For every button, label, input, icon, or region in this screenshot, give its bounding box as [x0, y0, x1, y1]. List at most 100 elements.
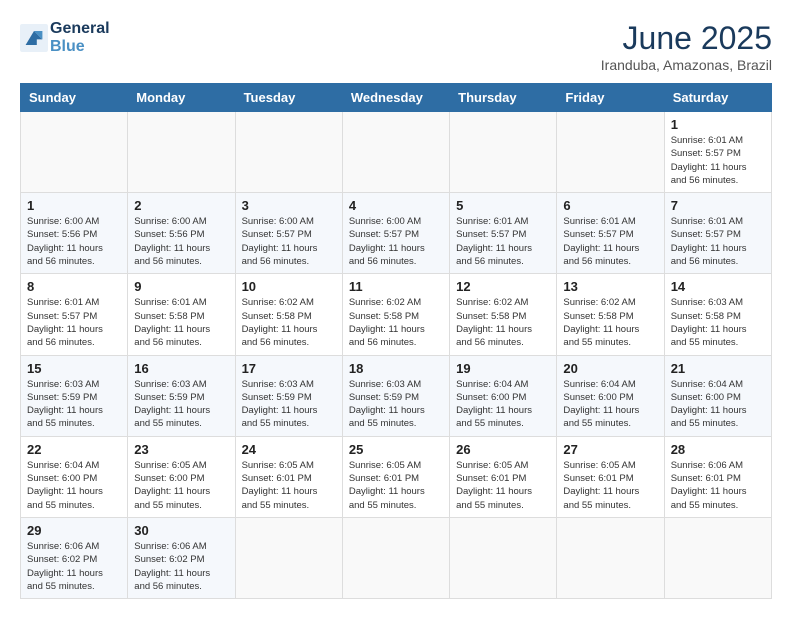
- calendar-cell: 2Sunrise: 6:00 AMSunset: 5:56 PMDaylight…: [128, 193, 235, 274]
- day-number: 17: [242, 361, 336, 376]
- day-number: 13: [563, 279, 657, 294]
- day-info: Sunrise: 6:03 AMSunset: 5:59 PMDaylight:…: [242, 378, 336, 431]
- location: Iranduba, Amazonas, Brazil: [601, 57, 772, 73]
- calendar-cell: 23Sunrise: 6:05 AMSunset: 6:00 PMDayligh…: [128, 436, 235, 517]
- calendar-week-row: 1Sunrise: 6:01 AMSunset: 5:57 PMDaylight…: [21, 112, 772, 193]
- day-number: 22: [27, 442, 121, 457]
- calendar-cell: [342, 112, 449, 193]
- calendar-cell: [235, 112, 342, 193]
- day-number: 12: [456, 279, 550, 294]
- day-info: Sunrise: 6:04 AMSunset: 6:00 PMDaylight:…: [456, 378, 550, 431]
- day-number: 1: [671, 117, 765, 132]
- day-number: 21: [671, 361, 765, 376]
- calendar-cell: 7Sunrise: 6:01 AMSunset: 5:57 PMDaylight…: [664, 193, 771, 274]
- calendar-week-row: 8Sunrise: 6:01 AMSunset: 5:57 PMDaylight…: [21, 274, 772, 355]
- day-number: 27: [563, 442, 657, 457]
- calendar-cell: 3 Sunrise: 6:00 AMSunset: 5:57 PMDaylight…: [235, 193, 342, 274]
- day-number: 14: [671, 279, 765, 294]
- logo-text-line1: General: [50, 20, 110, 38]
- day-info: Sunrise: 6:00 AMSunset: 5:56 PMDaylight:…: [27, 215, 121, 268]
- title-block: June 2025 Iranduba, Amazonas, Brazil: [601, 20, 772, 73]
- calendar-cell: 4 Sunrise: 6:00 AMSunset: 5:57 PMDaylight…: [342, 193, 449, 274]
- day-number: 11: [349, 279, 443, 294]
- month-title: June 2025: [601, 20, 772, 57]
- calendar-body: 1 Sunrise: 6:01 AMSunset: 5:57 PMDaylight…: [21, 112, 772, 599]
- calendar-cell: 19 Sunrise: 6:04 AMSunset: 6:00 PMDayligh…: [450, 355, 557, 436]
- calendar-cell: 21 Sunrise: 6:04 AMSunset: 6:00 PMDayligh…: [664, 355, 771, 436]
- day-number: 6: [563, 198, 657, 213]
- calendar-day-header: Wednesday: [342, 84, 449, 112]
- calendar-cell: [235, 517, 342, 598]
- calendar-cell: [557, 112, 664, 193]
- calendar-day-header: Thursday: [450, 84, 557, 112]
- day-info: Sunrise: 6:00 AMSunset: 5:57 PMDaylight:…: [242, 215, 336, 268]
- day-number: 25: [349, 442, 443, 457]
- calendar-cell: [450, 517, 557, 598]
- day-number: 16: [134, 361, 228, 376]
- calendar-cell: 20 Sunrise: 6:04 AMSunset: 6:00 PMDayligh…: [557, 355, 664, 436]
- day-info: Sunrise: 6:03 AMSunset: 5:59 PMDaylight:…: [27, 378, 121, 431]
- day-number: 15: [27, 361, 121, 376]
- day-info: Sunrise: 6:01 AMSunset: 5:57 PMDaylight:…: [456, 215, 550, 268]
- calendar-day-header: Sunday: [21, 84, 128, 112]
- day-info: Sunrise: 6:06 AMSunset: 6:02 PMDaylight:…: [134, 540, 228, 593]
- logo-icon: [20, 24, 48, 52]
- calendar-day-header: Saturday: [664, 84, 771, 112]
- calendar-cell: 16 Sunrise: 6:03 AMSunset: 5:59 PMDayligh…: [128, 355, 235, 436]
- day-info: Sunrise: 6:01 AMSunset: 5:58 PMDaylight:…: [134, 296, 228, 349]
- day-info: Sunrise: 6:00 AMSunset: 5:57 PMDaylight:…: [349, 215, 443, 268]
- calendar-week-row: 1 Sunrise: 6:00 AMSunset: 5:56 PMDaylight…: [21, 193, 772, 274]
- day-info: Sunrise: 6:02 AMSunset: 5:58 PMDaylight:…: [456, 296, 550, 349]
- calendar-cell: 13Sunrise: 6:02 AMSunset: 5:58 PMDayligh…: [557, 274, 664, 355]
- calendar-table: SundayMondayTuesdayWednesdayThursdayFrid…: [20, 83, 772, 599]
- calendar-day-header: Monday: [128, 84, 235, 112]
- calendar-cell: 28Sunrise: 6:06 AMSunset: 6:01 PMDayligh…: [664, 436, 771, 517]
- day-info: Sunrise: 6:00 AMSunset: 5:56 PMDaylight:…: [134, 215, 228, 268]
- calendar-cell: 6 Sunrise: 6:01 AMSunset: 5:57 PMDaylight…: [557, 193, 664, 274]
- calendar-cell: [664, 517, 771, 598]
- calendar-cell: 25 Sunrise: 6:05 AMSunset: 6:01 PMDayligh…: [342, 436, 449, 517]
- day-info: Sunrise: 6:01 AMSunset: 5:57 PMDaylight:…: [563, 215, 657, 268]
- calendar-header: SundayMondayTuesdayWednesdayThursdayFrid…: [21, 84, 772, 112]
- page-header: General Blue June 2025 Iranduba, Amazona…: [20, 20, 772, 73]
- day-number: 1: [27, 198, 121, 213]
- calendar-cell: [342, 517, 449, 598]
- day-number: 26: [456, 442, 550, 457]
- calendar-cell: 29Sunrise: 6:06 AMSunset: 6:02 PMDayligh…: [21, 517, 128, 598]
- day-number: 9: [134, 279, 228, 294]
- day-info: Sunrise: 6:05 AMSunset: 6:01 PMDaylight:…: [349, 459, 443, 512]
- day-info: Sunrise: 6:03 AMSunset: 5:59 PMDaylight:…: [134, 378, 228, 431]
- day-number: 30: [134, 523, 228, 538]
- day-info: Sunrise: 6:04 AMSunset: 6:00 PMDaylight:…: [563, 378, 657, 431]
- day-info: Sunrise: 6:05 AMSunset: 6:01 PMDaylight:…: [242, 459, 336, 512]
- calendar-cell: [557, 517, 664, 598]
- calendar-cell: 15 Sunrise: 6:03 AMSunset: 5:59 PMDayligh…: [21, 355, 128, 436]
- calendar-week-row: 22 Sunrise: 6:04 AMSunset: 6:00 PMDayligh…: [21, 436, 772, 517]
- day-number: 3: [242, 198, 336, 213]
- calendar-cell: [21, 112, 128, 193]
- calendar-cell: 24Sunrise: 6:05 AMSunset: 6:01 PMDayligh…: [235, 436, 342, 517]
- calendar-day-header: Friday: [557, 84, 664, 112]
- day-info: Sunrise: 6:02 AMSunset: 5:58 PMDaylight:…: [242, 296, 336, 349]
- day-number: 29: [27, 523, 121, 538]
- day-info: Sunrise: 6:04 AMSunset: 6:00 PMDaylight:…: [27, 459, 121, 512]
- day-number: 19: [456, 361, 550, 376]
- day-number: 28: [671, 442, 765, 457]
- day-info: Sunrise: 6:05 AMSunset: 6:01 PMDaylight:…: [563, 459, 657, 512]
- calendar-cell: [450, 112, 557, 193]
- calendar-cell: 30 Sunrise: 6:06 AMSunset: 6:02 PMDayligh…: [128, 517, 235, 598]
- calendar-cell: 27 Sunrise: 6:05 AMSunset: 6:01 PMDayligh…: [557, 436, 664, 517]
- calendar-cell: 22 Sunrise: 6:04 AMSunset: 6:00 PMDayligh…: [21, 436, 128, 517]
- day-info: Sunrise: 6:04 AMSunset: 6:00 PMDaylight:…: [671, 378, 765, 431]
- calendar-cell: [128, 112, 235, 193]
- day-info: Sunrise: 6:05 AMSunset: 6:00 PMDaylight:…: [134, 459, 228, 512]
- day-number: 7: [671, 198, 765, 213]
- day-info: Sunrise: 6:03 AMSunset: 5:58 PMDaylight:…: [671, 296, 765, 349]
- day-info: Sunrise: 6:05 AMSunset: 6:01 PMDaylight:…: [456, 459, 550, 512]
- calendar-day-header: Tuesday: [235, 84, 342, 112]
- day-number: 8: [27, 279, 121, 294]
- day-number: 20: [563, 361, 657, 376]
- calendar-cell: 18Sunrise: 6:03 AMSunset: 5:59 PMDayligh…: [342, 355, 449, 436]
- calendar-week-row: 29 Sunrise: 6:06 AMSunset: 6:02 PMDayligh…: [21, 517, 772, 598]
- day-number: 4: [349, 198, 443, 213]
